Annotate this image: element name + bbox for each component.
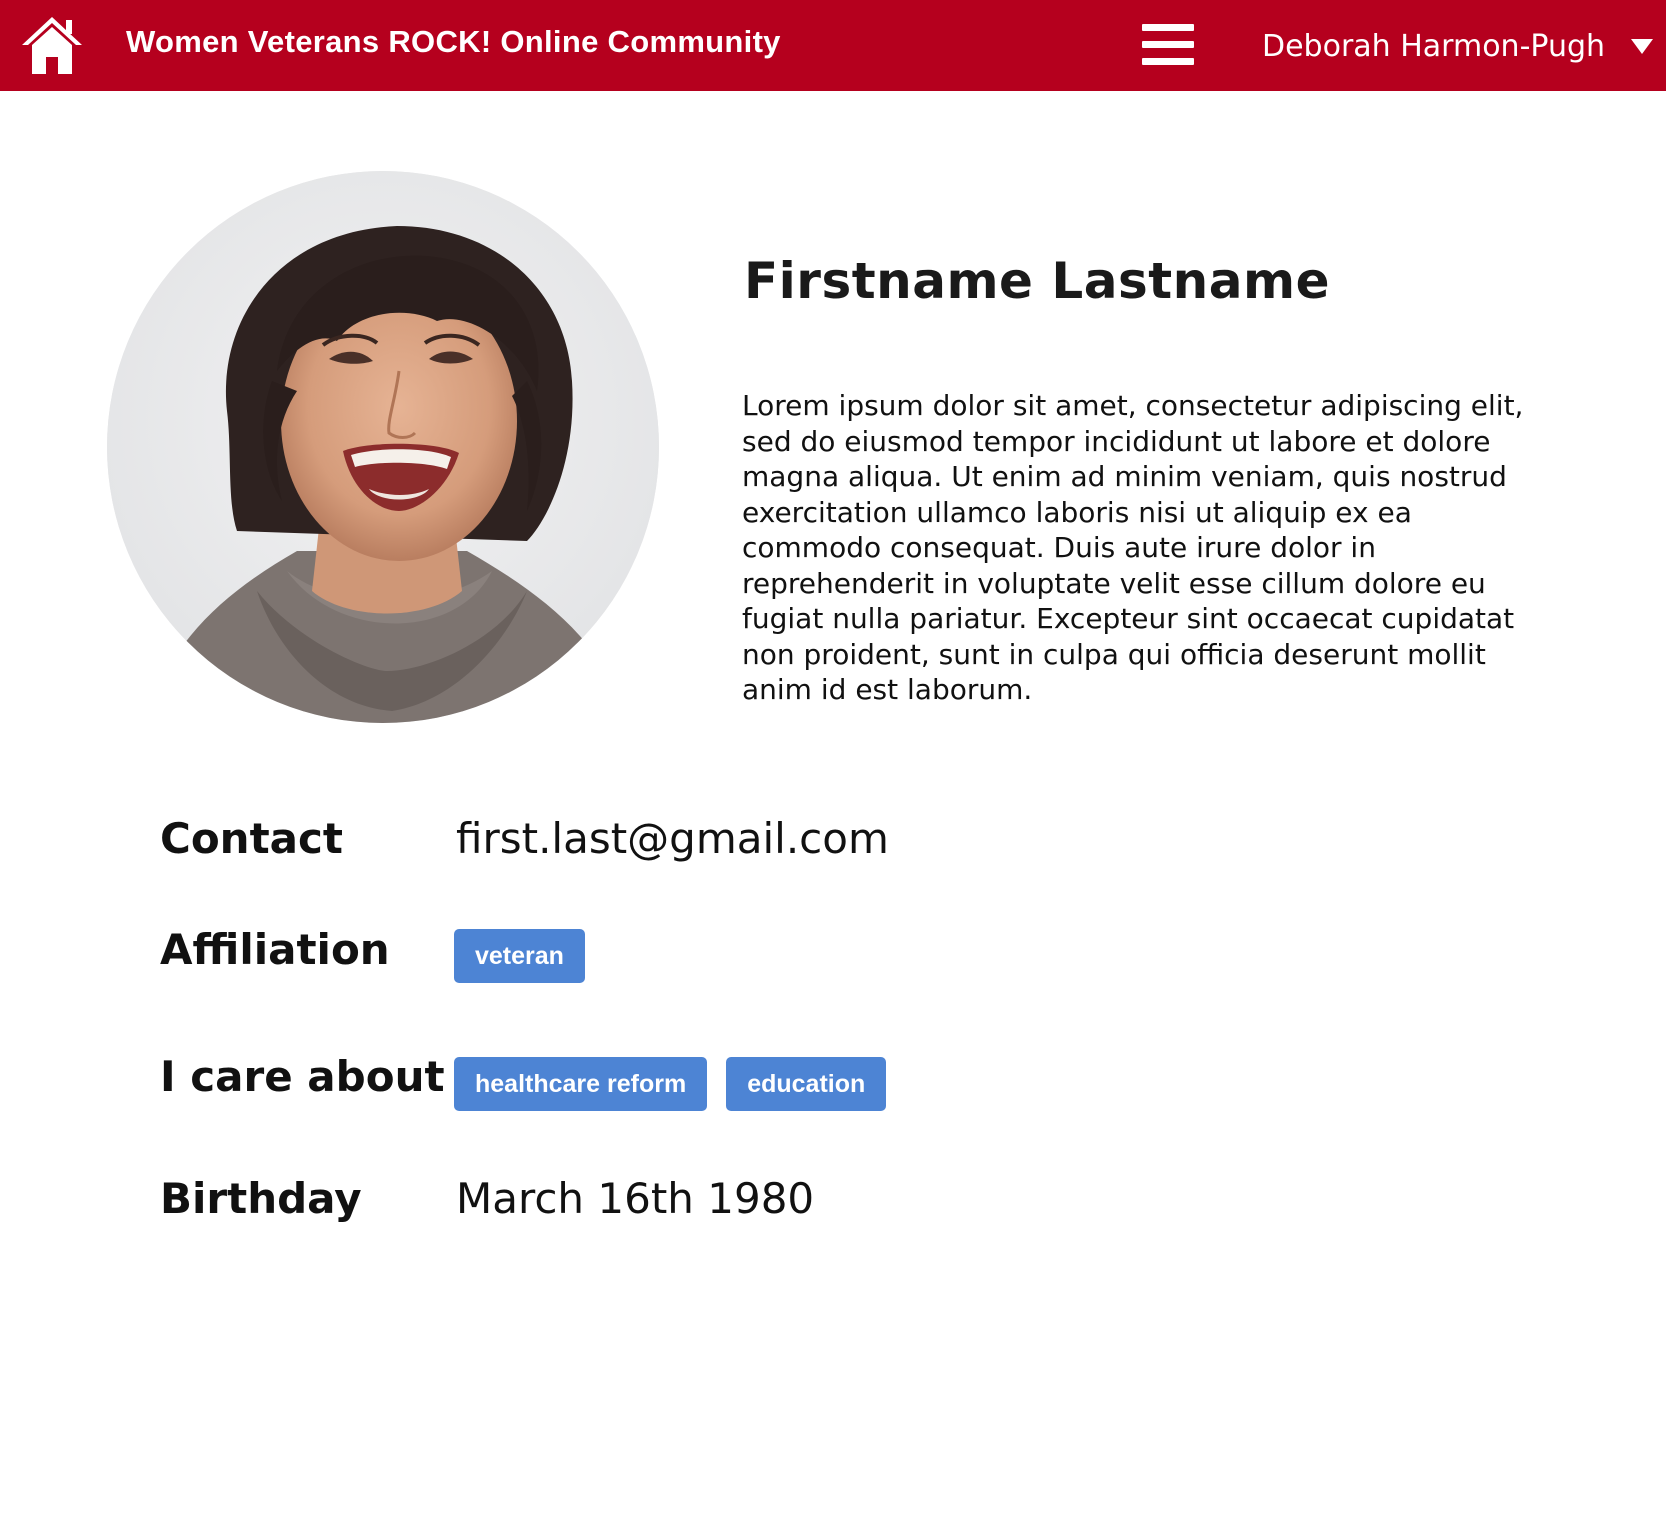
interest-tag[interactable]: healthcare reform — [454, 1057, 708, 1111]
home-icon — [22, 17, 82, 74]
birthday-value: March 16th 1980 — [456, 1174, 815, 1223]
hamburger-menu-button[interactable] — [1142, 23, 1194, 67]
interest-tag[interactable]: education — [726, 1057, 887, 1111]
home-button[interactable] — [20, 14, 84, 76]
site-title[interactable]: Women Veterans ROCK! Online Community — [126, 24, 781, 60]
interest-tags: healthcare reform education — [454, 1057, 887, 1111]
contact-email[interactable]: first.last@gmail.com — [456, 814, 889, 863]
profile-bio: Lorem ipsum dolor sit amet, consectetur … — [742, 389, 1524, 706]
user-name: Deborah Harmon-Pugh — [1262, 28, 1606, 64]
affiliation-tag[interactable]: veteran — [454, 929, 585, 983]
caret-down-icon — [1631, 38, 1654, 54]
hamburger-icon-bar — [1142, 41, 1194, 48]
profile-avatar — [107, 171, 659, 723]
interests-label: I care about — [160, 1052, 445, 1101]
affiliation-tags: veteran — [454, 929, 585, 983]
affiliation-label: Affiliation — [160, 925, 390, 974]
user-account-dropdown[interactable]: Deborah Harmon-Pugh — [1262, 24, 1654, 68]
hamburger-icon-bar — [1142, 58, 1194, 65]
profile-name: Firstname Lastname — [744, 252, 1330, 310]
contact-label: Contact — [160, 814, 343, 863]
hamburger-icon-bar — [1142, 24, 1194, 31]
birthday-label: Birthday — [160, 1174, 362, 1223]
top-navigation-bar: Women Veterans ROCK! Online Community De… — [0, 0, 1666, 91]
